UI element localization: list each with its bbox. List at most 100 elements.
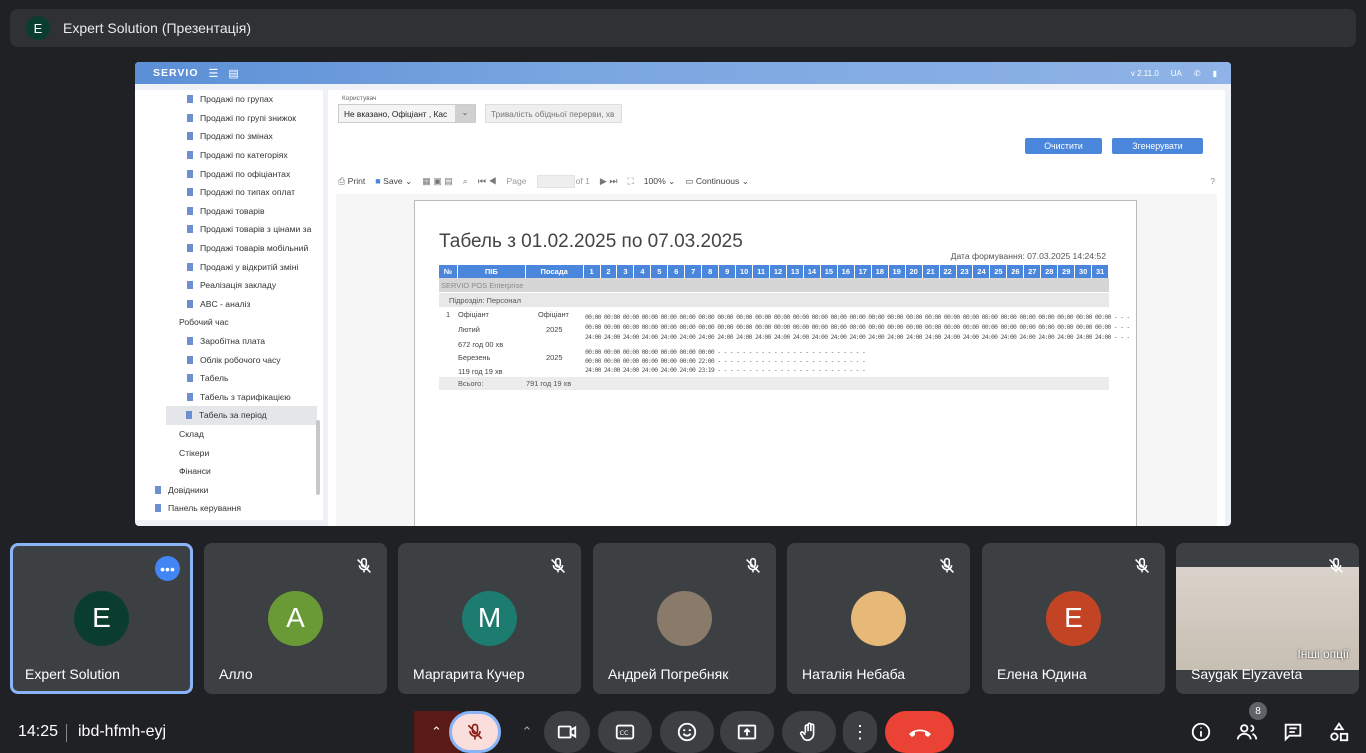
report-panel: Користувач Не вказано, Офіціант , Кас ⌄ … bbox=[328, 90, 1225, 526]
column-header: Посада bbox=[526, 265, 584, 278]
raise-hand-button[interactable] bbox=[782, 711, 836, 753]
printer-icon: ⎙ bbox=[338, 175, 346, 186]
servio-header: SERVIO ☰ ▤ v 2.11.0 UA ✆ ▮ bbox=[135, 62, 1231, 84]
activities-button[interactable] bbox=[1322, 715, 1356, 749]
tree-item: Табель bbox=[135, 369, 323, 388]
user-icon: ▮ bbox=[1212, 68, 1217, 78]
leave-call-button[interactable] bbox=[885, 711, 954, 753]
more-options-button[interactable]: ⋮ bbox=[843, 711, 877, 753]
reactions-button[interactable] bbox=[660, 711, 714, 753]
video-options-button[interactable]: ⌃ bbox=[510, 711, 544, 753]
column-header: 25 bbox=[990, 265, 1008, 278]
column-header: 4 bbox=[634, 265, 652, 278]
tree-item: Продажі по групі знижок bbox=[135, 109, 323, 128]
tree-item: Продажі по групах bbox=[135, 90, 323, 109]
participant-tile[interactable]: E Елена Юдина bbox=[982, 543, 1165, 694]
report-viewer: Табель з 01.02.2025 по 07.03.2025 Дата ф… bbox=[336, 194, 1217, 526]
total-row: Всього: 791 год 19 хв bbox=[439, 377, 1109, 390]
presenter-avatar: E bbox=[26, 16, 50, 40]
info-icon bbox=[1191, 722, 1211, 742]
participant-avatar: E bbox=[1046, 590, 1101, 646]
column-header: 8 bbox=[702, 265, 720, 278]
document-icon bbox=[187, 392, 193, 401]
column-header: 5 bbox=[651, 265, 669, 278]
servio-logo: SERVIO bbox=[153, 67, 199, 79]
participant-tile[interactable]: E ••• Expert Solution bbox=[10, 543, 193, 694]
mic-toggle-button[interactable] bbox=[449, 711, 501, 753]
column-header: № bbox=[439, 265, 458, 278]
participant-tile[interactable]: Інші опції Saygak Elyzaveta bbox=[1176, 543, 1359, 694]
chart-icon: ▤ bbox=[228, 67, 239, 80]
present-button[interactable] bbox=[720, 711, 774, 753]
chat-button[interactable] bbox=[1276, 715, 1310, 749]
menu-icon: ☰ bbox=[208, 67, 219, 80]
document-icon bbox=[187, 113, 193, 122]
mic-off-icon bbox=[1131, 555, 1153, 577]
more-options-icon[interactable]: ••• bbox=[155, 556, 180, 581]
column-header: 22 bbox=[940, 265, 957, 278]
save-button: ■ Save ⌄ bbox=[375, 175, 413, 186]
people-button[interactable] bbox=[1230, 715, 1264, 749]
participant-avatar: E bbox=[74, 590, 129, 646]
tree-item: Продажі у відкритій зміні bbox=[135, 257, 323, 276]
tree-item: ABC - аналіз bbox=[135, 295, 323, 314]
tree-item: Облік робочого часу bbox=[135, 350, 323, 369]
mic-off-icon bbox=[936, 555, 958, 577]
column-header: 15 bbox=[821, 265, 838, 278]
column-header: 20 bbox=[906, 265, 923, 278]
column-header: 29 bbox=[1058, 265, 1076, 278]
column-header: 1 bbox=[584, 265, 601, 278]
column-header: 26 bbox=[1007, 265, 1025, 278]
document-icon bbox=[187, 244, 193, 253]
participant-tile[interactable]: Андрей Погребняк bbox=[593, 543, 776, 694]
tree-item: Реалізація закладу bbox=[135, 276, 323, 295]
column-header: 7 bbox=[685, 265, 703, 278]
document-icon bbox=[187, 337, 193, 346]
zoom-select: 100% ⌄ bbox=[643, 175, 676, 186]
participant-photo bbox=[851, 590, 906, 646]
column-header: 28 bbox=[1041, 265, 1059, 278]
search-icon: ⌕ bbox=[462, 175, 468, 186]
column-header: 23 bbox=[957, 265, 974, 278]
meeting-code[interactable]: ibd-hfmh-eyj bbox=[78, 723, 166, 741]
camera-icon bbox=[557, 725, 577, 739]
column-header: 9 bbox=[719, 265, 737, 278]
chat-icon bbox=[1284, 723, 1302, 742]
camera-toggle-button[interactable] bbox=[544, 711, 590, 753]
captions-button[interactable]: CC bbox=[598, 711, 652, 753]
page-label: Page bbox=[506, 176, 527, 186]
report-page: Табель з 01.02.2025 по 07.03.2025 Дата ф… bbox=[414, 200, 1137, 526]
print-button: ⎙ Print bbox=[338, 175, 366, 186]
report-title: Табель з 01.02.2025 по 07.03.2025 bbox=[439, 231, 743, 252]
people-icon bbox=[1236, 724, 1258, 740]
column-header: 6 bbox=[668, 265, 686, 278]
meeting-info-button[interactable] bbox=[1184, 715, 1218, 749]
column-header: 18 bbox=[872, 265, 889, 278]
tree-item: Табель з тарифікацією bbox=[135, 388, 323, 407]
participant-name: Saygak Elyzaveta bbox=[1191, 666, 1303, 682]
shapes-icon bbox=[1330, 722, 1349, 742]
column-header: 11 bbox=[753, 265, 771, 278]
report-date: Дата формування: 07.03.2025 14:24:52 bbox=[950, 251, 1106, 261]
mic-off-icon bbox=[467, 723, 483, 740]
document-icon bbox=[187, 169, 193, 178]
break-duration-input: Тривалість обідньої перерви, хв bbox=[485, 104, 622, 123]
document-icon bbox=[187, 374, 193, 383]
column-header: ПІБ bbox=[458, 265, 526, 278]
phone-icon: ✆ bbox=[1193, 68, 1201, 78]
column-header: 24 bbox=[973, 265, 991, 278]
first-page-icon: ⏮ ◀ bbox=[477, 175, 497, 186]
tree-item: Продажі товарів мобільний bbox=[135, 239, 323, 258]
participant-tile[interactable]: M Маргарита Кучер bbox=[398, 543, 581, 694]
report-toolbar: ⎙ Print ■ Save ⌄ ▦ ▣ ▤ ⌕ ⏮ ◀ Page of 1 ▶… bbox=[338, 174, 1215, 188]
version-label: v 2.11.0 bbox=[1130, 68, 1159, 78]
participant-tile[interactable]: A Алло bbox=[204, 543, 387, 694]
present-screen-icon bbox=[737, 724, 757, 740]
tree-scrollbar bbox=[316, 420, 320, 495]
tree-item: Панель керування bbox=[135, 499, 323, 518]
column-header: 13 bbox=[787, 265, 804, 278]
end-call-icon bbox=[908, 729, 931, 737]
people-count-badge: 8 bbox=[1249, 702, 1267, 720]
participant-tile[interactable]: Наталія Небаба bbox=[787, 543, 970, 694]
participant-avatar: M bbox=[462, 590, 517, 646]
